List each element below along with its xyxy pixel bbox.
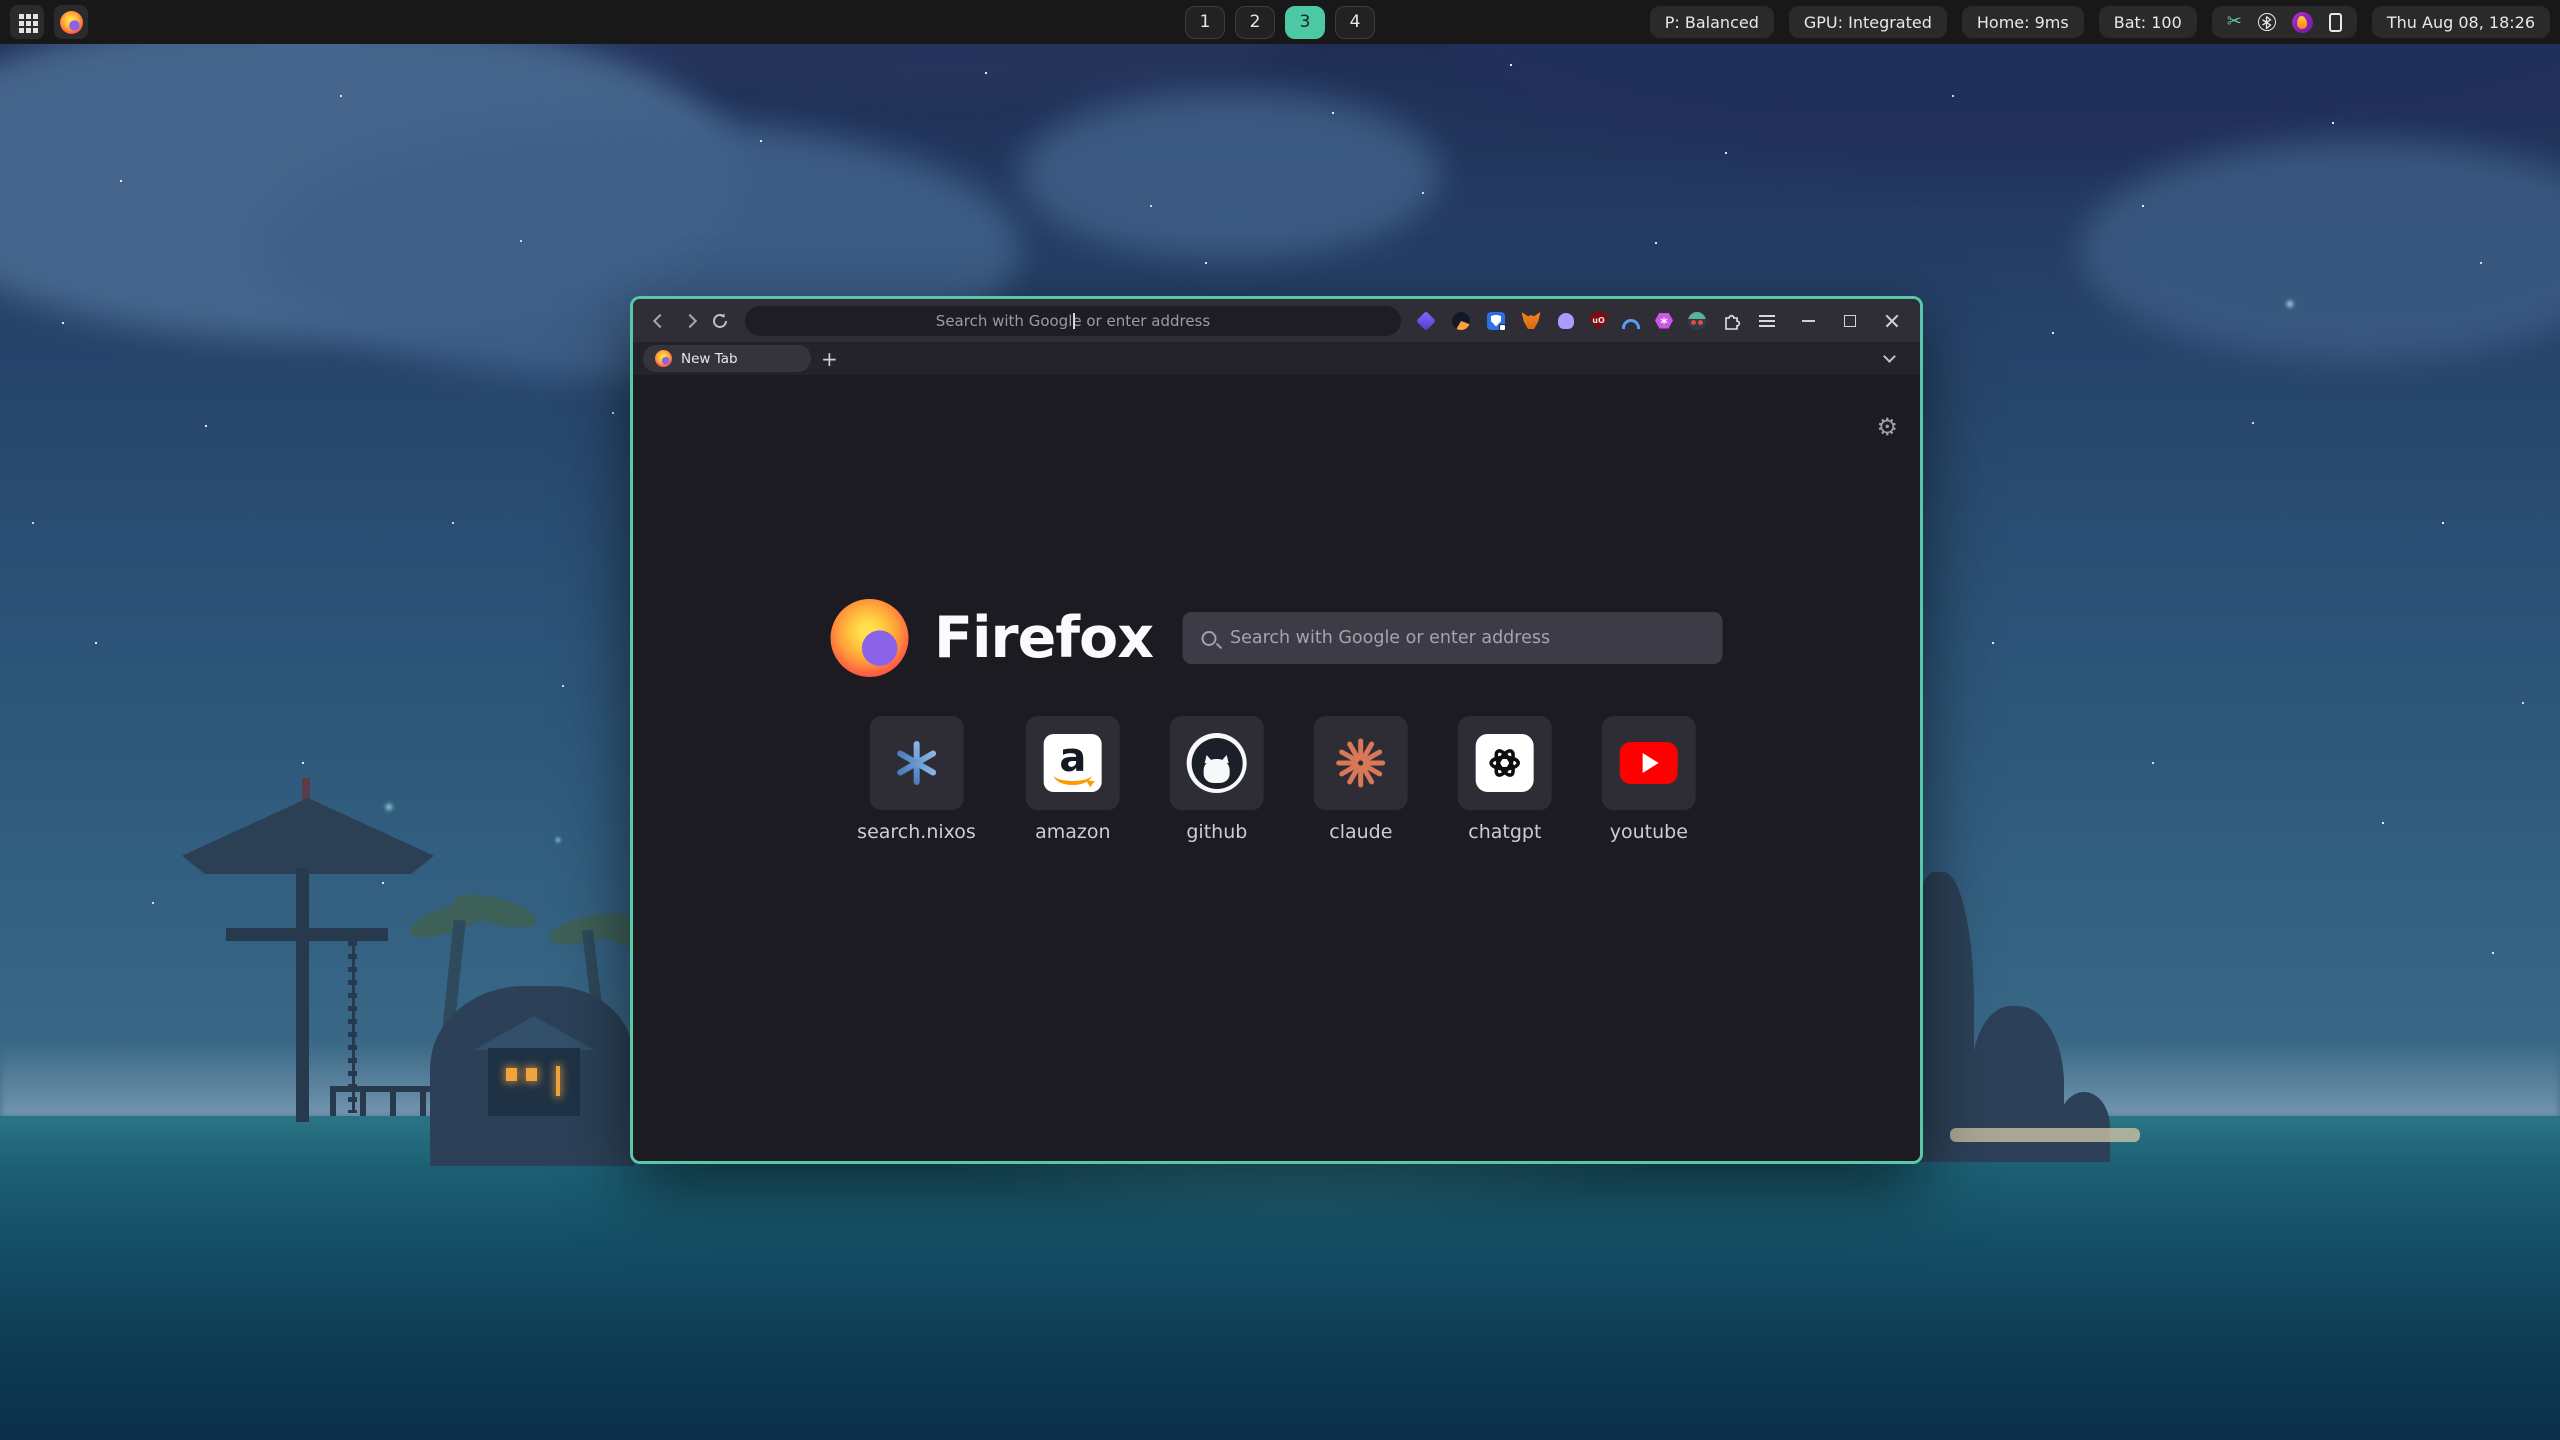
firefox-logo	[830, 599, 908, 677]
workspace-2[interactable]: 2	[1235, 6, 1275, 39]
firefox-launcher-button[interactable]	[54, 5, 88, 39]
firefox-wordmark: Firefox	[934, 605, 1153, 671]
shortcut-grid: search.nixos a amazon github	[857, 716, 1696, 843]
bar-status-area: P: Balanced GPU: Integrated Home: 9ms Ba…	[1650, 6, 2550, 38]
amazon-smile	[1054, 771, 1092, 785]
youtube-icon	[1602, 716, 1696, 810]
battery-pill[interactable]: Bat: 100	[2099, 6, 2197, 38]
shortcut-label: github	[1186, 821, 1247, 843]
clock[interactable]: Thu Aug 08, 18:26	[2372, 6, 2550, 38]
wallpaper-hut-window	[526, 1068, 537, 1081]
spy-extension-icon[interactable]	[1686, 310, 1708, 332]
new-tab-page: ⚙ Firefox Search with Google or enter ad…	[633, 375, 1920, 1161]
workspace-switcher: 1 2 3 4	[1185, 0, 1375, 44]
flame-icon[interactable]	[2292, 12, 2313, 33]
nixos-snowflake-icon	[869, 716, 963, 810]
wallpaper-hut	[488, 1048, 580, 1116]
list-all-tabs-button[interactable]	[1878, 348, 1900, 370]
shortcut-youtube[interactable]: youtube	[1602, 716, 1696, 843]
workspace-1[interactable]: 1	[1185, 6, 1225, 39]
close-icon	[1885, 314, 1899, 328]
ublock-origin-icon[interactable]: uO	[1590, 312, 1607, 330]
wallpaper-hut-window	[506, 1068, 517, 1081]
wallpaper-cloud	[1020, 90, 1440, 260]
chevron-down-icon	[1883, 350, 1896, 363]
shortcut-search-nixos[interactable]: search.nixos	[857, 716, 976, 843]
wallpaper-watchtower	[226, 928, 388, 941]
nordvpn-icon[interactable]	[1620, 310, 1642, 332]
firefox-favicon	[655, 350, 672, 367]
search-icon	[1202, 631, 1217, 646]
extension-toolbar: uO *	[1415, 310, 1778, 332]
wallpaper-hut-window	[556, 1066, 560, 1096]
purple-hexagon-extension-icon[interactable]: *	[1655, 313, 1673, 329]
tab-bar: New Tab +	[633, 342, 1920, 375]
claude-starburst-icon	[1314, 716, 1408, 810]
shortcut-label: chatgpt	[1468, 821, 1541, 843]
forward-button[interactable]	[675, 306, 705, 336]
amazon-icon: a	[1026, 716, 1120, 810]
wallpaper-beach	[1950, 1128, 2140, 1142]
text-caret	[1073, 313, 1075, 329]
hamburger-menu-icon[interactable]	[1756, 310, 1778, 332]
firefox-window: Search with Google or enter address uO *	[630, 296, 1923, 1164]
wallpaper-watchtower	[296, 868, 309, 1122]
shortcut-label: youtube	[1610, 821, 1688, 843]
orange-swoosh-extension-icon[interactable]	[1450, 310, 1472, 332]
maximize-icon	[1844, 315, 1856, 327]
window-controls	[1796, 309, 1904, 333]
bitwarden-icon[interactable]	[1485, 310, 1507, 332]
tab-label: New Tab	[681, 351, 738, 367]
browser-toolbar: Search with Google or enter address uO *	[633, 299, 1920, 342]
shortcut-chatgpt[interactable]: chatgpt	[1458, 716, 1552, 843]
minimize-icon	[1802, 320, 1815, 322]
close-button[interactable]	[1880, 309, 1904, 333]
new-tab-button[interactable]: +	[821, 349, 838, 369]
shortcut-github[interactable]: github	[1170, 716, 1264, 843]
tab-new-tab[interactable]: New Tab	[643, 345, 811, 372]
workspace-3[interactable]: 3	[1285, 6, 1325, 39]
newtab-hero: Firefox Search with Google or enter addr…	[830, 599, 1723, 677]
app-grid-icon	[19, 14, 24, 19]
system-tray: ✂	[2212, 6, 2357, 38]
shortcut-claude[interactable]: claude	[1314, 716, 1408, 843]
extensions-puzzle-icon[interactable]	[1721, 310, 1743, 332]
reload-button[interactable]	[705, 306, 735, 336]
maximize-button[interactable]	[1838, 309, 1862, 333]
shortcut-label: search.nixos	[857, 821, 976, 843]
phone-icon[interactable]	[2329, 13, 2342, 32]
shortcut-amazon[interactable]: a amazon	[1026, 716, 1120, 843]
personalize-gear-button[interactable]: ⚙	[1876, 413, 1898, 441]
power-profile-pill[interactable]: P: Balanced	[1650, 6, 1774, 38]
latency-pill[interactable]: Home: 9ms	[1962, 6, 2084, 38]
reload-icon	[711, 312, 729, 330]
app-launcher-button[interactable]	[10, 5, 44, 39]
newtab-search-input[interactable]: Search with Google or enter address	[1183, 612, 1723, 664]
amazon-letter: a	[1059, 743, 1086, 773]
back-icon	[653, 313, 667, 327]
purple-diamond-extension-icon[interactable]	[1415, 310, 1437, 332]
gpu-pill[interactable]: GPU: Integrated	[1789, 6, 1947, 38]
ghostery-icon[interactable]	[1555, 310, 1577, 332]
bar-left	[10, 5, 88, 39]
firefox-icon	[60, 11, 83, 34]
shortcut-label: claude	[1329, 821, 1392, 843]
top-bar: 1 2 3 4 P: Balanced GPU: Integrated Home…	[0, 0, 2560, 44]
github-icon	[1170, 716, 1264, 810]
openai-icon	[1458, 716, 1552, 810]
wallpaper-island-cliff	[2058, 1092, 2110, 1162]
workspace-4[interactable]: 4	[1335, 6, 1375, 39]
url-bar[interactable]: Search with Google or enter address	[745, 306, 1401, 336]
metamask-icon[interactable]	[1520, 310, 1542, 332]
minimize-button[interactable]	[1796, 309, 1820, 333]
forward-icon	[683, 313, 697, 327]
bluetooth-icon[interactable]	[2258, 13, 2276, 31]
shortcut-label: amazon	[1035, 821, 1110, 843]
back-button[interactable]	[645, 306, 675, 336]
newtab-search-placeholder: Search with Google or enter address	[1230, 628, 1550, 648]
scissors-icon[interactable]: ✂	[2227, 13, 2242, 31]
